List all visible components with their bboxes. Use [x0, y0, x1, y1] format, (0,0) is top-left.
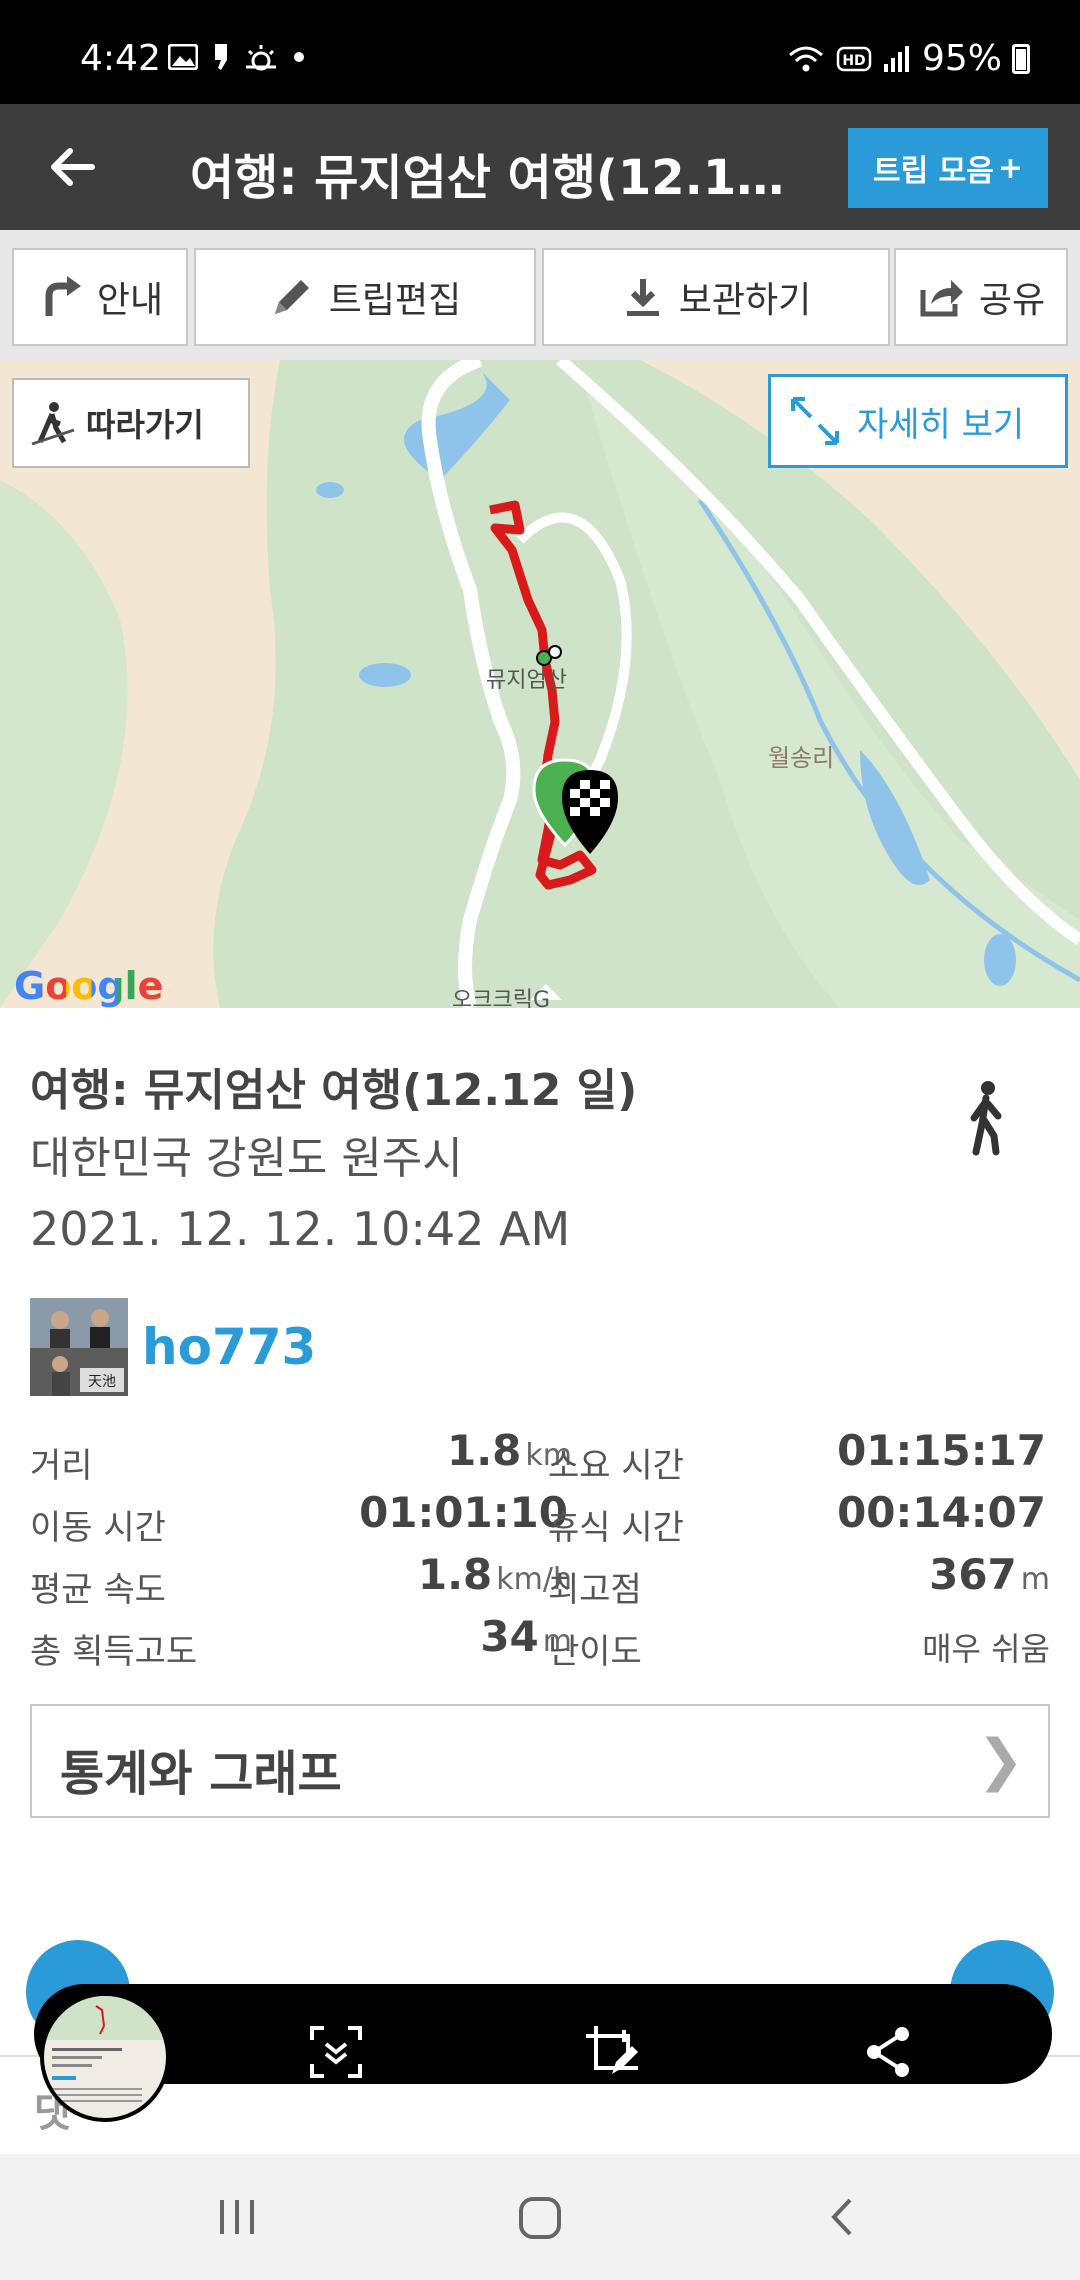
stats-graph-label: 통계와 그래프: [60, 1746, 342, 1802]
stats-row: 거리 1.8 km 소요 시간 01:15:17: [30, 1426, 1046, 1486]
dot-icon: [294, 52, 304, 62]
page-title: 여행: 뮤지엄산 여행(12.12 일): [190, 150, 810, 206]
google-logo: Google: [14, 964, 164, 1008]
detail-view-label: 자세히 보기: [857, 404, 1025, 445]
guide-label: 안내: [96, 280, 164, 321]
plus-icon: +: [997, 150, 1023, 186]
edit-trip-button[interactable]: 트립편집: [194, 248, 536, 346]
share-button[interactable]: 공유: [894, 248, 1068, 346]
screenshot-thumbnail[interactable]: [40, 1992, 170, 2122]
save-trip-button[interactable]: 보관하기: [542, 248, 890, 346]
chevron-right-icon: ❯: [977, 1728, 1024, 1793]
username[interactable]: ho773: [142, 1318, 316, 1376]
save-trip-label: 보관하기: [678, 280, 812, 321]
guide-button[interactable]: 안내: [12, 248, 188, 346]
trip-datetime: 2021. 12. 12. 10:42 AM: [30, 1202, 571, 1256]
edit-trip-label: 트립편집: [328, 280, 462, 321]
recent-apps-icon[interactable]: [214, 2194, 260, 2240]
detail-view-button[interactable]: 자세히 보기: [768, 374, 1068, 468]
status-time: 4:42: [80, 38, 161, 79]
stats-graph-button[interactable]: 통계와 그래프 ❯: [30, 1704, 1050, 1818]
battery-icon: [1012, 43, 1030, 74]
status-bar: 4:42 HD 95%: [0, 0, 1080, 104]
hiker-icon: [31, 402, 75, 446]
back-icon[interactable]: [820, 2194, 866, 2240]
avatar[interactable]: 天池: [30, 1298, 128, 1396]
pencil-icon: [274, 280, 309, 314]
stats-row: 이동 시간 01:01:10 휴식 시간 00:14:07: [30, 1488, 1046, 1548]
home-icon[interactable]: [516, 2194, 564, 2242]
system-nav-bar: [0, 2154, 1080, 2280]
place-label-village: 월송리: [768, 744, 835, 772]
battery-percent: 95%: [921, 38, 1002, 79]
share-icon[interactable]: [858, 2022, 918, 2082]
share-icon: [920, 280, 963, 317]
place-label-bottom: 오크크릭G: [452, 988, 551, 1008]
turn-right-icon: [45, 276, 81, 316]
place-label-museum: 뮤지엄산: [486, 668, 567, 693]
share-label: 공유: [978, 280, 1046, 321]
app-bar: 여행: 뮤지엄산 여행(12.12 일) 트립 모음 +: [0, 104, 1080, 230]
trip-location: 대한민국 강원도 원주시: [30, 1133, 463, 1184]
crop-edit-icon[interactable]: [582, 2022, 642, 2082]
hd-voice-icon: HD: [836, 46, 872, 71]
status-icons-left: [168, 42, 306, 72]
svg-text:HD: HD: [842, 53, 865, 69]
trip-collection-label: 트립 모음: [873, 154, 994, 189]
expand-icon: [791, 397, 839, 445]
stats-row: 총 획득고도 34 m 난이도 매우 쉬움: [30, 1612, 1050, 1672]
status-icons-right: HD 95%: [786, 38, 1030, 79]
download-icon: [626, 279, 659, 316]
notification-icon: [215, 44, 227, 70]
stats-row: 평균 속도 1.8 km/h 최고점 367 m: [30, 1550, 1050, 1610]
scroll-capture-icon[interactable]: [306, 2022, 366, 2082]
trip-title: 여행: 뮤지엄산 여행(12.12 일): [30, 1065, 638, 1116]
weather-icon: [246, 45, 276, 71]
trip-map[interactable]: 뮤지엄산 월송리 오크크릭G 따라가기 자세히 보기 Google: [0, 360, 1080, 1008]
walking-icon: [970, 1081, 1002, 1156]
follow-label: 따라가기: [86, 406, 204, 444]
signal-icon: [883, 45, 909, 72]
gallery-icon: [168, 44, 198, 70]
follow-button[interactable]: 따라가기: [12, 378, 250, 468]
svg-text:天池: 天池: [88, 1374, 116, 1390]
trip-toolbar: 안내 트립편집 보관하기 공유: [0, 230, 1080, 360]
trip-collection-button[interactable]: 트립 모음 +: [848, 128, 1048, 208]
back-arrow-icon[interactable]: [40, 134, 106, 200]
wifi-icon: [788, 46, 823, 71]
